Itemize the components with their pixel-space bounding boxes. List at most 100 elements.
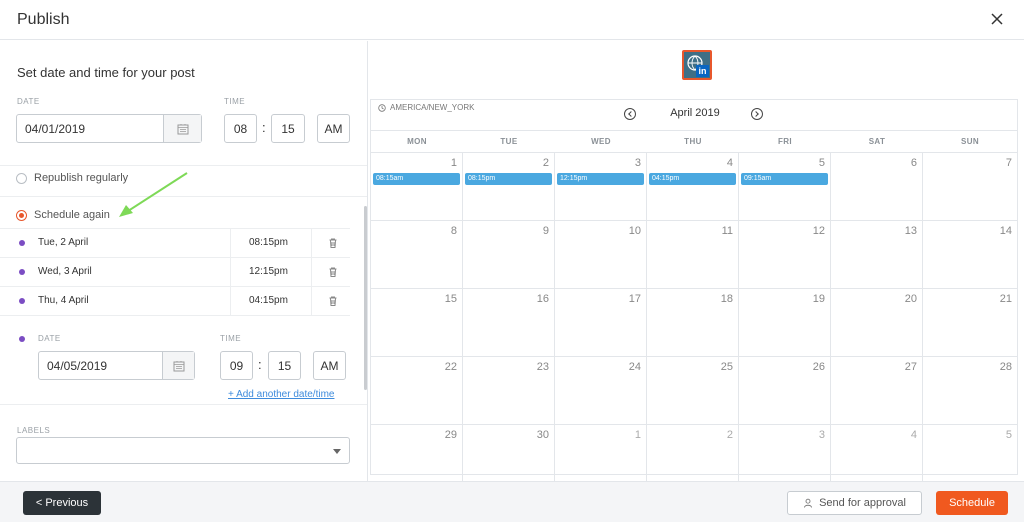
schedule-button[interactable]: Schedule bbox=[936, 491, 1008, 515]
minute-input[interactable]: 15 bbox=[271, 114, 305, 143]
trash-icon[interactable] bbox=[327, 295, 339, 307]
send-for-approval-button[interactable]: Send for approval bbox=[787, 491, 922, 515]
scheduled-post-event[interactable]: 12:15pm bbox=[557, 173, 644, 185]
calendar-day-cell[interactable]: 26 bbox=[739, 357, 831, 425]
labels-select[interactable] bbox=[16, 437, 350, 464]
day-number: 12 bbox=[812, 225, 825, 237]
time-colon: : bbox=[262, 120, 266, 135]
new-ampm-toggle[interactable]: AM bbox=[313, 351, 346, 380]
day-number: 18 bbox=[720, 293, 733, 305]
close-icon[interactable] bbox=[986, 8, 1008, 30]
scheduled-date: Wed, 3 April bbox=[38, 266, 92, 277]
day-number: 19 bbox=[812, 293, 825, 305]
modal-header: Publish bbox=[0, 0, 1024, 40]
day-number: 3 bbox=[818, 429, 825, 441]
calendar-day-cell[interactable]: 2 08:15pm bbox=[463, 153, 555, 221]
status-dot bbox=[19, 269, 25, 275]
calendar-day-cell[interactable]: 25 bbox=[647, 357, 739, 425]
scheduled-post-event[interactable]: 09:15am bbox=[741, 173, 828, 185]
scheduled-post-event[interactable]: 04:15pm bbox=[649, 173, 736, 185]
previous-button[interactable]: < Previous bbox=[23, 491, 101, 515]
date-label: DATE bbox=[17, 97, 40, 106]
calendar-day-cell[interactable]: 19 bbox=[739, 289, 831, 357]
calendar-day-cell[interactable]: 14 bbox=[923, 221, 1017, 289]
calendar-day-cell[interactable]: 15 bbox=[371, 289, 463, 357]
day-number: 2 bbox=[726, 429, 733, 441]
calendar-day-cell[interactable]: 16 bbox=[463, 289, 555, 357]
new-time-label: TIME bbox=[220, 334, 242, 343]
status-dot bbox=[19, 336, 25, 342]
trash-icon[interactable] bbox=[327, 266, 339, 278]
day-number: 4 bbox=[910, 429, 917, 441]
clock-icon bbox=[378, 103, 386, 112]
new-ampm-value: AM bbox=[320, 358, 339, 373]
weekday-header: WED bbox=[555, 130, 647, 153]
calendar-day-cell[interactable]: 1 08:15am bbox=[371, 153, 463, 221]
scheduled-post-event[interactable]: 08:15pm bbox=[465, 173, 552, 185]
weekday-header: FRI bbox=[739, 130, 831, 153]
calendar-day-cell[interactable]: 7 bbox=[923, 153, 1017, 221]
schedule-again-radio[interactable] bbox=[16, 210, 27, 221]
weekday-header: TUE bbox=[463, 130, 555, 153]
calendar-day-cell[interactable]: 12 bbox=[739, 221, 831, 289]
send-for-approval-label: Send for approval bbox=[819, 497, 906, 509]
day-number: 5 bbox=[1005, 429, 1012, 441]
calendar-day-cell[interactable]: 4 04:15pm bbox=[647, 153, 739, 221]
calendar-day-cell[interactable]: 6 bbox=[831, 153, 923, 221]
calendar-day-cell[interactable]: 18 bbox=[647, 289, 739, 357]
calendar-day-cell[interactable]: 9 bbox=[463, 221, 555, 289]
next-month-icon[interactable] bbox=[751, 108, 763, 120]
timezone-label: AMERICA/NEW_YORK bbox=[378, 103, 474, 112]
scheduled-post-event[interactable]: 08:15am bbox=[373, 173, 460, 185]
calendar-day-cell[interactable]: 28 bbox=[923, 357, 1017, 425]
new-minute-input[interactable]: 15 bbox=[268, 351, 301, 380]
calendar-day-cell[interactable]: 24 bbox=[555, 357, 647, 425]
new-hour-input[interactable]: 09 bbox=[220, 351, 253, 380]
calendar-day-cell[interactable]: 17 bbox=[555, 289, 647, 357]
day-number: 4 bbox=[726, 157, 733, 169]
divider bbox=[230, 258, 231, 286]
calendar-day-cell[interactable]: 11 bbox=[647, 221, 739, 289]
day-number: 16 bbox=[536, 293, 549, 305]
scheduled-time: 04:15pm bbox=[249, 295, 288, 306]
calendar-day-cell[interactable]: 5 09:15am bbox=[739, 153, 831, 221]
calendar-icon bbox=[173, 360, 184, 371]
calendar-panel: in AMERICA/NEW_YORK April 2019 MON TUE WED… bbox=[369, 41, 1024, 493]
republish-radio[interactable] bbox=[16, 173, 27, 184]
calendar-picker-button[interactable] bbox=[163, 115, 201, 142]
status-dot bbox=[19, 240, 25, 246]
calendar-day-cell[interactable]: 3 12:15pm bbox=[555, 153, 647, 221]
section-title: Set date and time for your post bbox=[17, 65, 195, 80]
scheduled-row: Tue, 2 April 08:15pm bbox=[0, 228, 350, 257]
calendar-day-cell[interactable]: 20 bbox=[831, 289, 923, 357]
scheduled-time: 12:15pm bbox=[249, 266, 288, 277]
schedule-panel: Set date and time for your post DATE TIM… bbox=[0, 41, 368, 481]
calendar-day-cell[interactable]: 8 bbox=[371, 221, 463, 289]
trash-icon[interactable] bbox=[327, 237, 339, 249]
scheduled-row: Wed, 3 April 12:15pm bbox=[0, 257, 350, 286]
new-date-value: 04/05/2019 bbox=[47, 358, 108, 373]
previous-month-icon[interactable] bbox=[624, 108, 636, 120]
new-date-input[interactable]: 04/05/2019 bbox=[38, 351, 195, 380]
day-number: 28 bbox=[999, 361, 1012, 373]
new-minute-value: 15 bbox=[277, 358, 292, 373]
labels-label: LABELS bbox=[17, 426, 51, 435]
day-number: 17 bbox=[628, 293, 641, 305]
calendar-picker-button[interactable] bbox=[162, 352, 194, 379]
add-another-date-link[interactable]: + Add another date/time bbox=[228, 389, 334, 400]
annotation-arrow-icon bbox=[119, 172, 188, 217]
hour-input[interactable]: 08 bbox=[224, 114, 257, 143]
calendar-day-cell[interactable]: 23 bbox=[463, 357, 555, 425]
calendar-day-cell[interactable]: 13 bbox=[831, 221, 923, 289]
day-number: 6 bbox=[910, 157, 917, 169]
scrollbar[interactable] bbox=[364, 206, 367, 390]
ampm-value: AM bbox=[324, 121, 343, 136]
calendar-day-cell[interactable]: 27 bbox=[831, 357, 923, 425]
calendar-day-cell[interactable]: 22 bbox=[371, 357, 463, 425]
calendar-day-cell[interactable]: 10 bbox=[555, 221, 647, 289]
calendar-day-cell[interactable]: 21 bbox=[923, 289, 1017, 357]
ampm-toggle[interactable]: AM bbox=[317, 114, 350, 143]
timezone-text: AMERICA/NEW_YORK bbox=[390, 103, 475, 112]
linkedin-profile-avatar[interactable]: in bbox=[682, 50, 712, 80]
date-input[interactable]: 04/01/2019 bbox=[16, 114, 202, 143]
